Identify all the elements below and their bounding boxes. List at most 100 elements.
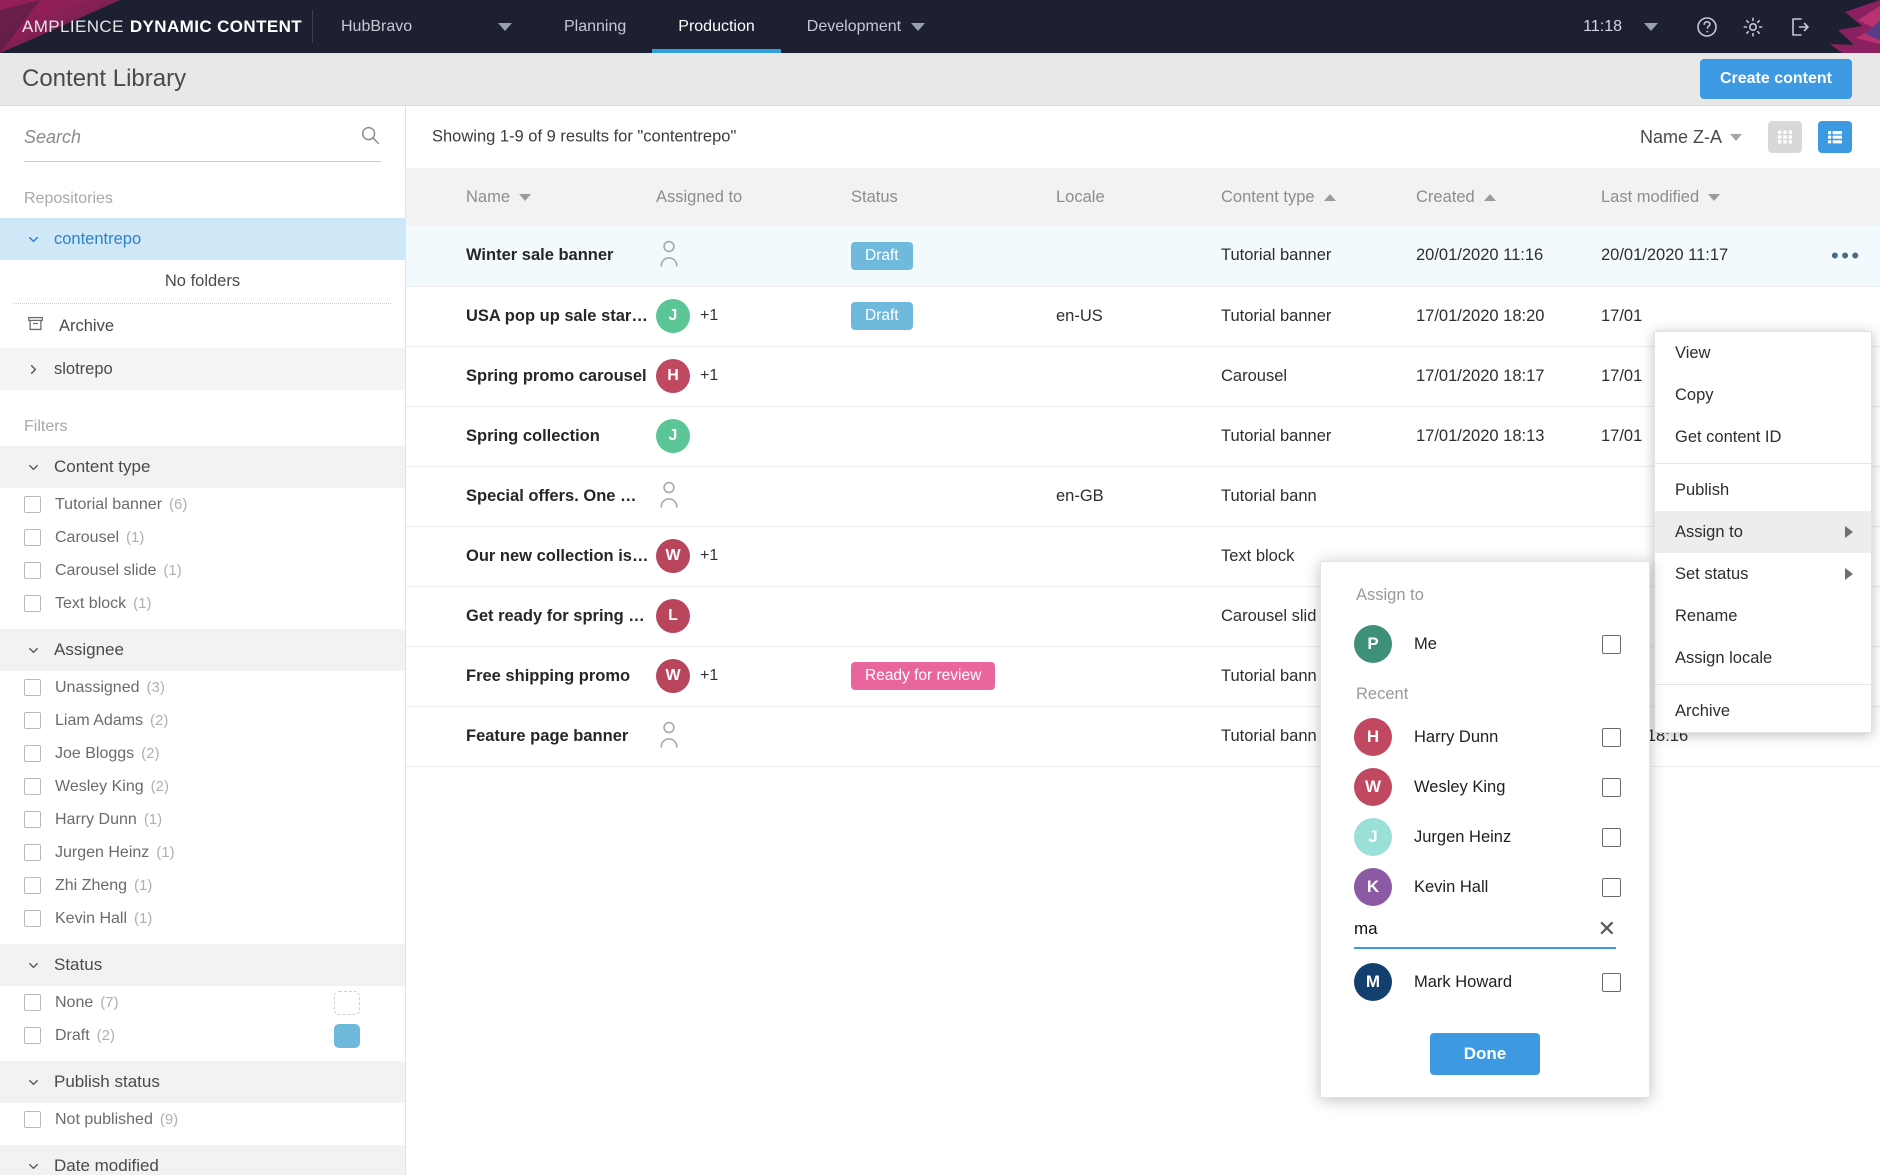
row-locale: [1056, 346, 1221, 406]
table-header-content-type[interactable]: Content type: [1221, 168, 1416, 226]
context-menu-item-set-status[interactable]: Set status: [1655, 553, 1871, 595]
context-menu-item-view[interactable]: View: [1655, 332, 1871, 374]
checkbox[interactable]: [24, 562, 41, 579]
avatar: L: [656, 599, 690, 633]
context-menu-item-get-content-id[interactable]: Get content ID: [1655, 416, 1871, 458]
table-header-locale[interactable]: Locale: [1056, 168, 1221, 226]
page-header: Content Library Create content: [0, 53, 1880, 106]
filter-group-assignee[interactable]: Assignee: [0, 629, 405, 671]
checkbox[interactable]: [1602, 972, 1621, 992]
filter-item-carousel[interactable]: Carousel (1): [0, 521, 405, 554]
filter-group-date-modified[interactable]: Date modified: [0, 1145, 405, 1175]
search-row: [24, 124, 381, 162]
checkbox[interactable]: [1602, 827, 1621, 847]
table-header-assigned-to[interactable]: Assigned to: [656, 168, 851, 226]
sidebar-repo-contentrepo[interactable]: contentrepo: [0, 218, 405, 260]
grid-view-icon[interactable]: [1768, 121, 1802, 153]
filter-group-status[interactable]: Status: [0, 944, 405, 986]
checkbox[interactable]: [24, 877, 41, 894]
assign-option-harry-dunn[interactable]: H Harry Dunn: [1321, 712, 1649, 762]
close-icon[interactable]: ✕: [1598, 918, 1616, 940]
done-button[interactable]: Done: [1429, 1033, 1541, 1075]
filter-group-publish-status[interactable]: Publish status: [0, 1061, 405, 1103]
context-menu-item-archive[interactable]: Archive: [1655, 690, 1871, 732]
table-header-actions: [1831, 168, 1880, 226]
table-header-status[interactable]: Status: [851, 168, 1056, 226]
assign-option-mark-howard[interactable]: M Mark Howard: [1321, 957, 1649, 1007]
sidebar-archive[interactable]: Archive: [0, 304, 405, 348]
gear-icon[interactable]: [1730, 0, 1776, 53]
checkbox[interactable]: [24, 712, 41, 729]
table-header-name[interactable]: Name: [466, 168, 656, 226]
checkbox[interactable]: [24, 1111, 41, 1128]
filter-group-content-type[interactable]: Content type: [0, 446, 405, 488]
checkbox[interactable]: [24, 994, 41, 1011]
checkbox[interactable]: [24, 529, 41, 546]
row-name: Our new collection is…: [466, 546, 649, 565]
search-icon[interactable]: [359, 124, 381, 151]
assign-option-wesley-king[interactable]: W Wesley King: [1321, 762, 1649, 812]
filter-item-status-draft[interactable]: Draft (2): [0, 1019, 405, 1052]
checkbox[interactable]: [24, 910, 41, 927]
checkbox[interactable]: [1602, 877, 1621, 897]
table-header-created[interactable]: Created: [1416, 168, 1601, 226]
filter-item-tutorial-banner[interactable]: Tutorial banner (6): [0, 488, 405, 521]
filter-item-not-published[interactable]: Not published (9): [0, 1103, 405, 1136]
assign-option-me[interactable]: P Me: [1321, 619, 1649, 669]
checkbox[interactable]: [24, 811, 41, 828]
checkbox[interactable]: [24, 745, 41, 762]
filter-item-harry-dunn[interactable]: Harry Dunn (1): [0, 803, 405, 836]
checkbox[interactable]: [24, 844, 41, 861]
context-menu-item-copy[interactable]: Copy: [1655, 374, 1871, 416]
filter-item-liam-adams[interactable]: Liam Adams (2): [0, 704, 405, 737]
checkbox[interactable]: [24, 595, 41, 612]
filter-item-wesley-king[interactable]: Wesley King (2): [0, 770, 405, 803]
create-content-button[interactable]: Create content: [1699, 59, 1852, 99]
table-row[interactable]: Winter sale banner Draft Tutorial banner 20…: [406, 226, 1880, 286]
sort-dropdown[interactable]: Name Z-A: [1640, 127, 1742, 148]
filter-item-count: (2): [150, 712, 169, 729]
checkbox[interactable]: [1602, 777, 1621, 797]
checkbox[interactable]: [24, 496, 41, 513]
row-name: Get ready for spring …: [466, 606, 645, 625]
checkbox[interactable]: [24, 778, 41, 795]
row-created: 20/01/2020 11:16: [1416, 246, 1544, 265]
chevron-down-icon[interactable]: [1644, 22, 1658, 31]
assign-popup-recent-label: Recent: [1356, 685, 1409, 703]
filter-item-jurgen-heinz[interactable]: Jurgen Heinz (1): [0, 836, 405, 869]
checkbox[interactable]: [1602, 634, 1621, 654]
checkbox[interactable]: [1602, 727, 1621, 747]
table-header-last-modified[interactable]: Last modified: [1601, 168, 1831, 226]
assign-option-jurgen-heinz[interactable]: J Jurgen Heinz: [1321, 812, 1649, 862]
filter-item-label: Zhi Zheng: [55, 876, 128, 894]
search-input[interactable]: [24, 127, 359, 148]
checkbox[interactable]: [24, 1027, 41, 1044]
help-icon[interactable]: [1684, 0, 1730, 53]
context-menu-item-rename[interactable]: Rename: [1655, 595, 1871, 637]
context-menu-item-assign-to[interactable]: Assign to: [1655, 511, 1871, 553]
assign-option-kevin-hall[interactable]: K Kevin Hall: [1321, 862, 1649, 912]
filter-item-status-none[interactable]: None (7): [0, 986, 405, 1019]
context-menu-item-publish[interactable]: Publish: [1655, 469, 1871, 511]
filter-item-joe-bloggs[interactable]: Joe Bloggs (2): [0, 737, 405, 770]
filter-item-unassigned[interactable]: Unassigned (3): [0, 671, 405, 704]
row-actions-menu-icon[interactable]: •••: [1831, 243, 1862, 268]
filter-item-text-block[interactable]: Text block (1): [0, 587, 405, 620]
sidebar-repo-slotrepo[interactable]: slotrepo: [0, 348, 405, 390]
filter-item-kevin-hall[interactable]: Kevin Hall (1): [0, 902, 405, 935]
logout-icon[interactable]: [1776, 0, 1822, 53]
row-assigned-to: [656, 466, 851, 526]
nav-tab-production[interactable]: Production: [652, 0, 781, 53]
assign-option-label: Kevin Hall: [1414, 877, 1489, 896]
checkbox[interactable]: [24, 679, 41, 696]
list-view-icon[interactable]: [1818, 121, 1852, 153]
filter-item-carousel-slide[interactable]: Carousel slide (1): [0, 554, 405, 587]
nav-tab-planning[interactable]: Planning: [538, 0, 652, 53]
nav-tab-development[interactable]: Development: [781, 0, 951, 53]
context-menu-item-assign-locale[interactable]: Assign locale: [1655, 637, 1871, 679]
filter-item-zhi-zheng[interactable]: Zhi Zheng (1): [0, 869, 405, 902]
hub-selector[interactable]: HubBravo: [313, 0, 538, 53]
assign-search-input[interactable]: [1354, 919, 1598, 939]
filter-item-count: (1): [156, 844, 175, 861]
row-status: [851, 406, 1056, 466]
